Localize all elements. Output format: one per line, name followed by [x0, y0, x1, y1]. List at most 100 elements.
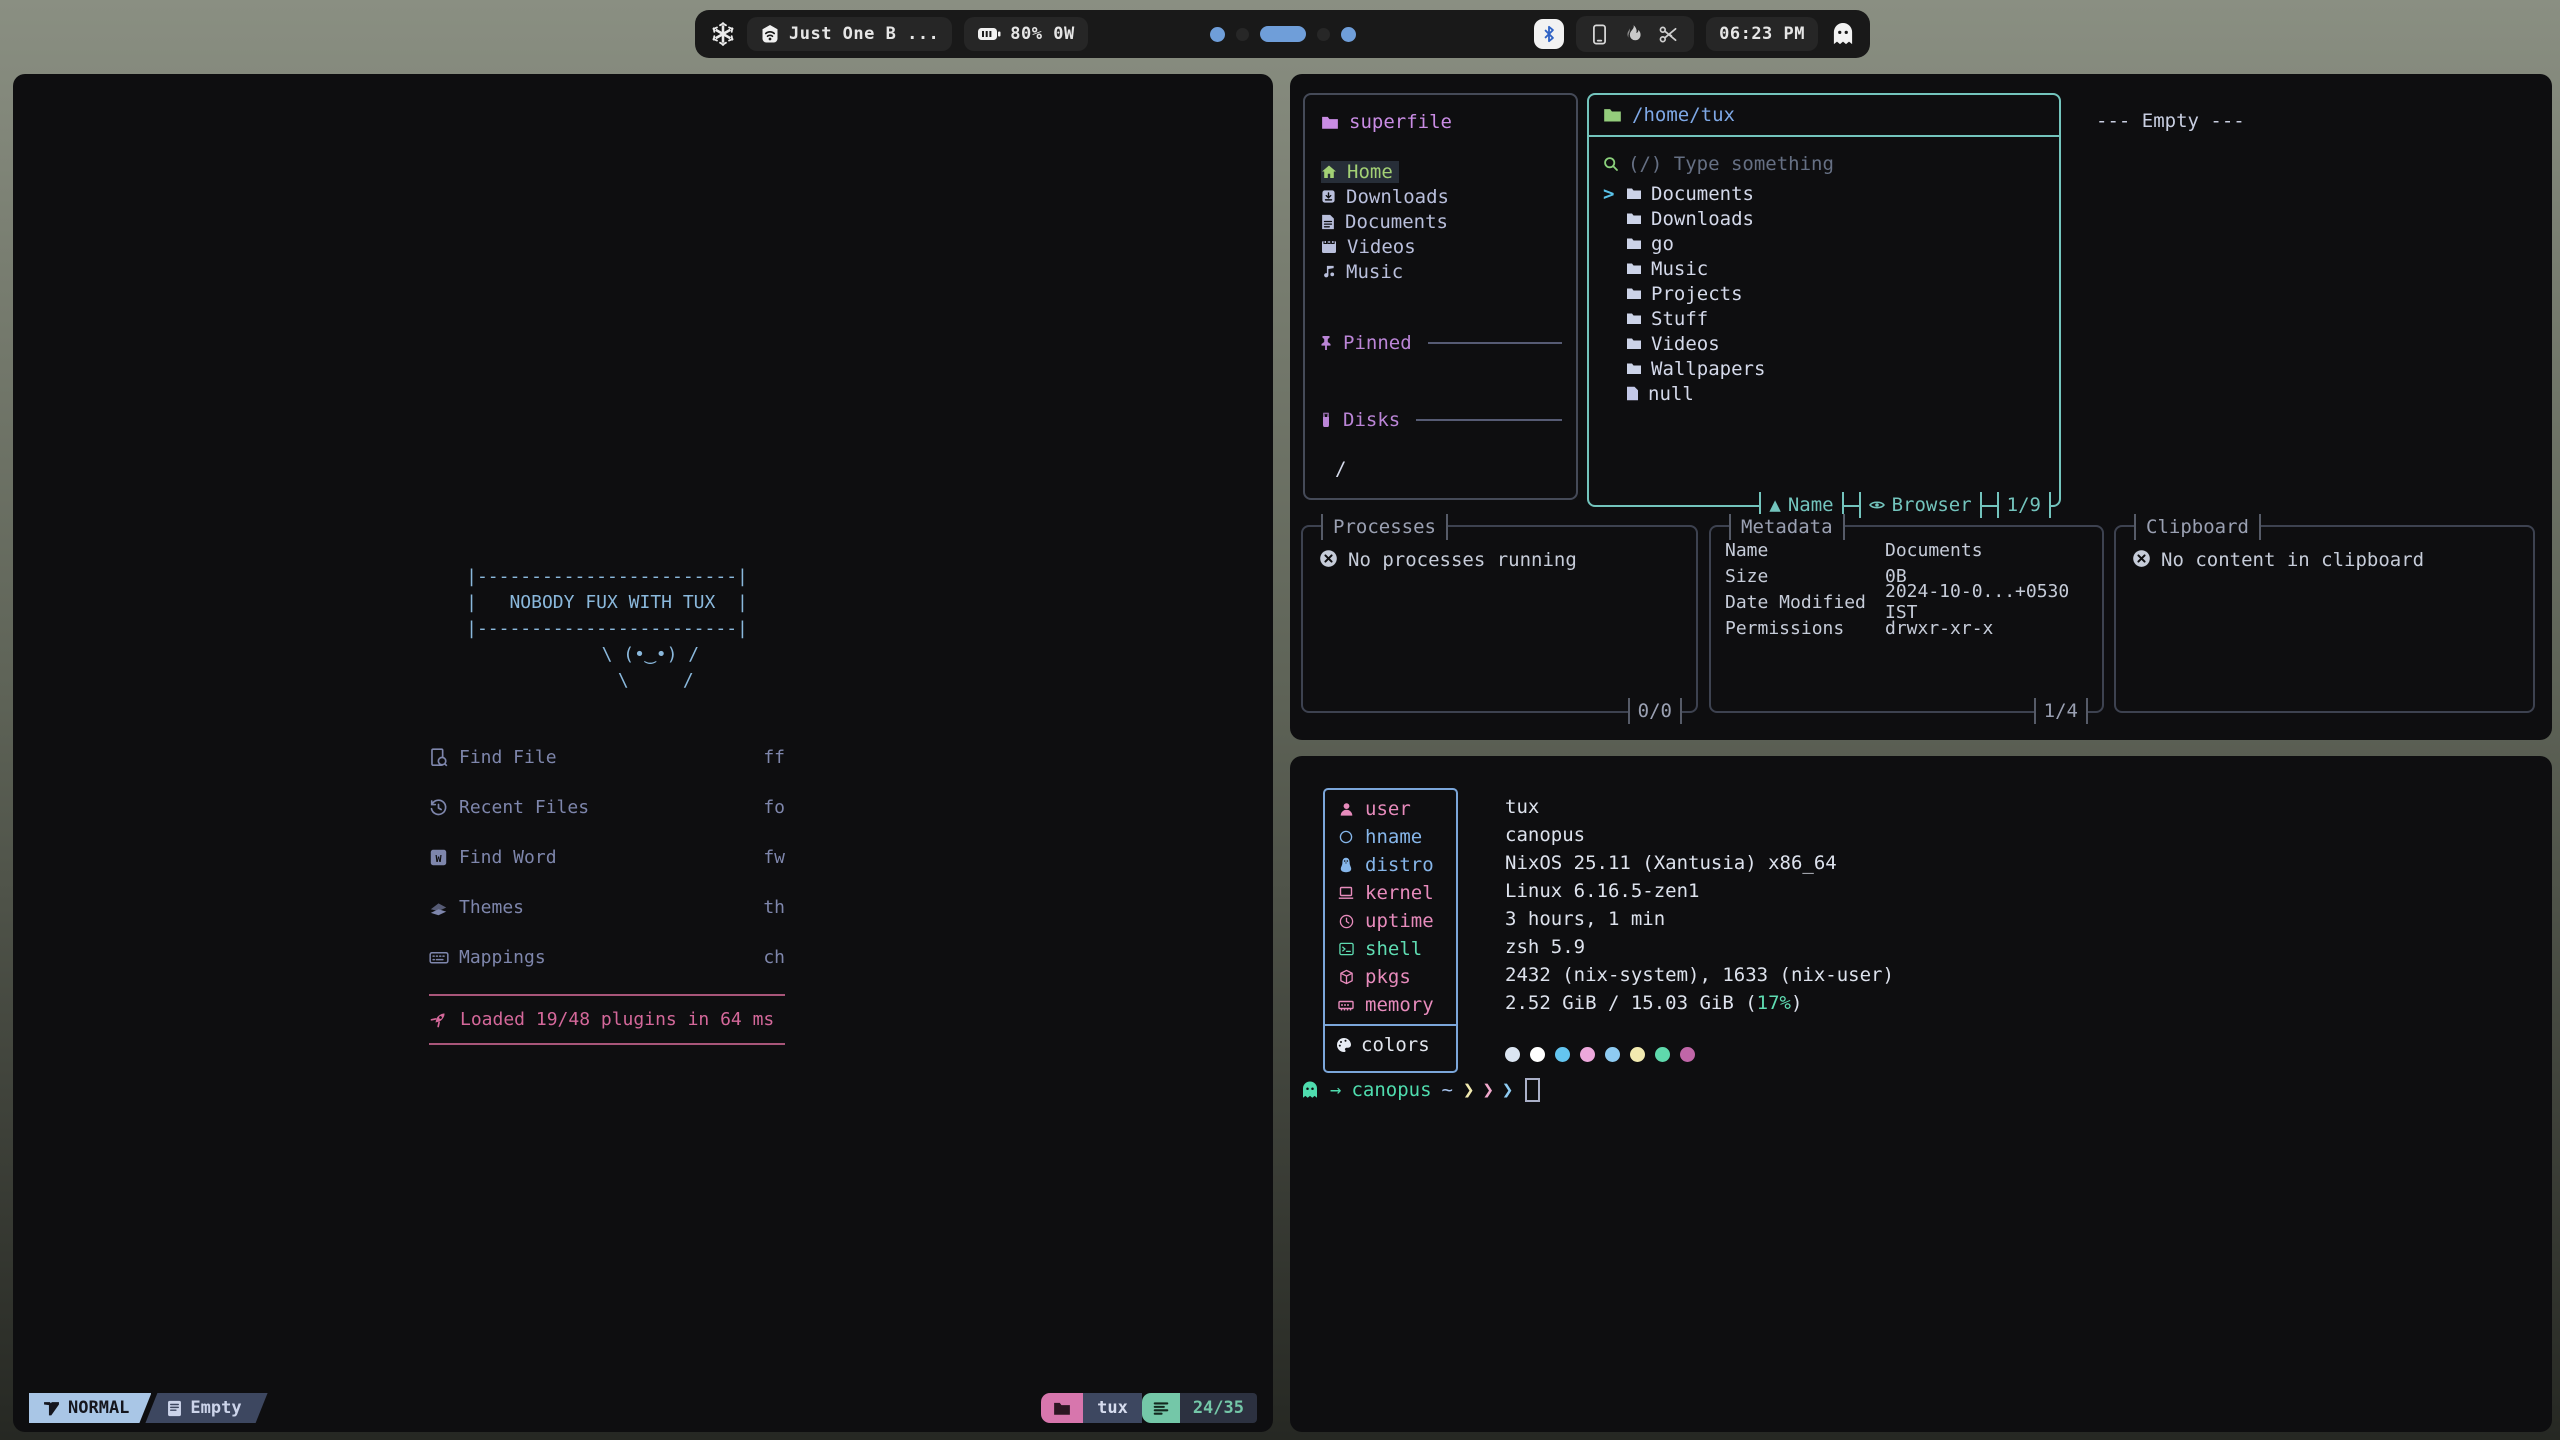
prompt-chevron: ❯: [1502, 1079, 1511, 1101]
terminal-cursor: [1525, 1078, 1540, 1102]
divider: [429, 994, 785, 996]
menu-item-find-word[interactable]: W Find Word fw: [429, 844, 785, 870]
statusline-file-segment: Empty: [145, 1393, 267, 1423]
fetch-value: Linux 6.16.5-zen1: [1505, 877, 1894, 905]
workspace-dot-4[interactable]: [1317, 28, 1330, 41]
home-icon: [1321, 164, 1337, 180]
file-name: go: [1651, 233, 1674, 255]
flame-icon[interactable]: [1624, 24, 1642, 44]
fetch-label: pkgs: [1365, 966, 1411, 988]
bluetooth-button[interactable]: [1534, 19, 1564, 49]
file-name: Documents: [1651, 183, 1754, 205]
workspace-pill-active[interactable]: [1260, 26, 1306, 42]
superfile-sidebar: superfile Home Downloads: [1303, 93, 1578, 500]
superfile-window: superfile Home Downloads: [1290, 74, 2552, 740]
phone-icon[interactable]: [1592, 24, 1607, 45]
file-row[interactable]: Videos: [1603, 331, 2045, 356]
palette-dot: [1680, 1047, 1695, 1062]
palette-dot: [1505, 1047, 1520, 1062]
metadata-key: Size: [1725, 566, 1885, 587]
file-row[interactable]: Music: [1603, 256, 2045, 281]
rocket-icon: [429, 1010, 448, 1029]
workspace-dot-1[interactable]: [1210, 27, 1225, 42]
file-name: Stuff: [1651, 308, 1708, 330]
sidebar-item-downloads[interactable]: Downloads: [1305, 184, 1576, 209]
loaded-plugins-text: Loaded 19/48 plugins in 64 ms: [460, 1009, 774, 1030]
sidebar-item-videos[interactable]: Videos: [1305, 234, 1576, 259]
menu-item-mappings[interactable]: Mappings ch: [429, 944, 785, 970]
file-row[interactable]: Stuff: [1603, 306, 2045, 331]
circle-x-icon: [2132, 549, 2151, 568]
disk-item-root[interactable]: /: [1305, 458, 1576, 480]
preview-panel-empty-label: --- Empty ---: [2096, 110, 2245, 132]
shell-prompt[interactable]: → canopus ~ ❯ ❯ ❯: [1300, 1078, 1540, 1102]
fastfetch-output: user hname distro kernel uptime shell pk…: [1323, 788, 1894, 1073]
file-row[interactable]: Downloads: [1603, 206, 2045, 231]
file-name: Projects: [1651, 283, 1743, 305]
empty-message: No content in clipboard: [2161, 549, 2424, 571]
app-title-label: superfile: [1349, 111, 1452, 133]
processes-counter: 0/0: [1628, 698, 1682, 724]
palette-icon: [1336, 1037, 1352, 1053]
menu-item-recent-files[interactable]: Recent Files fo: [429, 794, 785, 820]
prompt-arrow: →: [1330, 1079, 1341, 1101]
search-input[interactable]: (/) Type something: [1603, 151, 2045, 177]
folder-icon: [1603, 107, 1622, 123]
clipboard-panel: Clipboard No content in clipboard: [2114, 525, 2535, 713]
ghost-icon[interactable]: [1830, 21, 1856, 47]
divider: [1428, 342, 1562, 344]
fetch-label: shell: [1365, 938, 1422, 960]
fetch-value: zsh 5.9: [1505, 933, 1894, 961]
keyboard-icon: [429, 948, 459, 967]
media-title: Just One B ...: [789, 24, 939, 44]
filename-label: Empty: [190, 1398, 241, 1418]
folder-icon: [1626, 187, 1642, 200]
file-name: Music: [1651, 258, 1708, 280]
fastfetch-label-box: user hname distro kernel uptime shell pk…: [1323, 788, 1458, 1073]
search-icon: [1603, 156, 1619, 172]
themes-icon: [429, 898, 459, 917]
folder-icon: [1626, 212, 1642, 225]
file-row[interactable]: Projects: [1603, 281, 2045, 306]
workspace-dot-5[interactable]: [1341, 27, 1356, 42]
scissors-icon[interactable]: [1659, 25, 1678, 44]
processes-panel: Processes No processes running 0/0: [1301, 525, 1698, 713]
file-name: Downloads: [1651, 208, 1754, 230]
menu-item-shortcut: fw: [763, 847, 785, 868]
media-player-icon: [760, 24, 780, 44]
fetch-value: tux: [1505, 793, 1894, 821]
path-bar[interactable]: /home/tux: [1589, 95, 2059, 137]
divider: [1416, 419, 1562, 421]
prompt-host: canopus: [1351, 1079, 1431, 1101]
file-row[interactable]: null: [1603, 381, 2045, 406]
workspace-dot-2[interactable]: [1236, 28, 1249, 41]
file-row[interactable]: go: [1603, 231, 2045, 256]
folder-icon: [1626, 337, 1642, 350]
system-tray: [1576, 16, 1694, 52]
sidebar-item-home[interactable]: Home: [1305, 159, 1576, 184]
menu-item-shortcut: ff: [763, 747, 785, 768]
battery-widget[interactable]: 80% 0W: [964, 17, 1087, 51]
sidebar-item-music[interactable]: Music: [1305, 259, 1576, 284]
sort-label: Name: [1788, 494, 1834, 516]
file-name: null: [1648, 383, 1694, 405]
menu-item-label: Mappings: [459, 947, 546, 968]
nixos-logo-icon[interactable]: [711, 22, 735, 46]
panel-title: Processes: [1321, 514, 1448, 540]
file-row-selected[interactable]: > Documents: [1603, 181, 2045, 206]
sidebar-item-label: Documents: [1345, 211, 1448, 233]
menu-item-find-file[interactable]: Find File ff: [429, 744, 785, 770]
empty-message: No processes running: [1348, 549, 1577, 571]
clock-widget[interactable]: 06:23 PM: [1706, 17, 1818, 51]
word-icon: W: [429, 848, 459, 867]
metadata-row: Name Documents: [1725, 537, 2088, 563]
menu-item-themes[interactable]: Themes th: [429, 894, 785, 920]
media-widget[interactable]: Just One B ...: [747, 17, 952, 51]
folder-icon: [1626, 362, 1642, 375]
sidebar-item-label: Downloads: [1346, 186, 1449, 208]
sidebar-item-label: Videos: [1347, 236, 1416, 258]
panel-mode[interactable]: Browser: [1859, 492, 1982, 518]
file-row[interactable]: Wallpapers: [1603, 356, 2045, 381]
sidebar-item-documents[interactable]: Documents: [1305, 209, 1576, 234]
metadata-panel: Metadata Name Documents Size 0B Date Mod…: [1709, 525, 2104, 713]
